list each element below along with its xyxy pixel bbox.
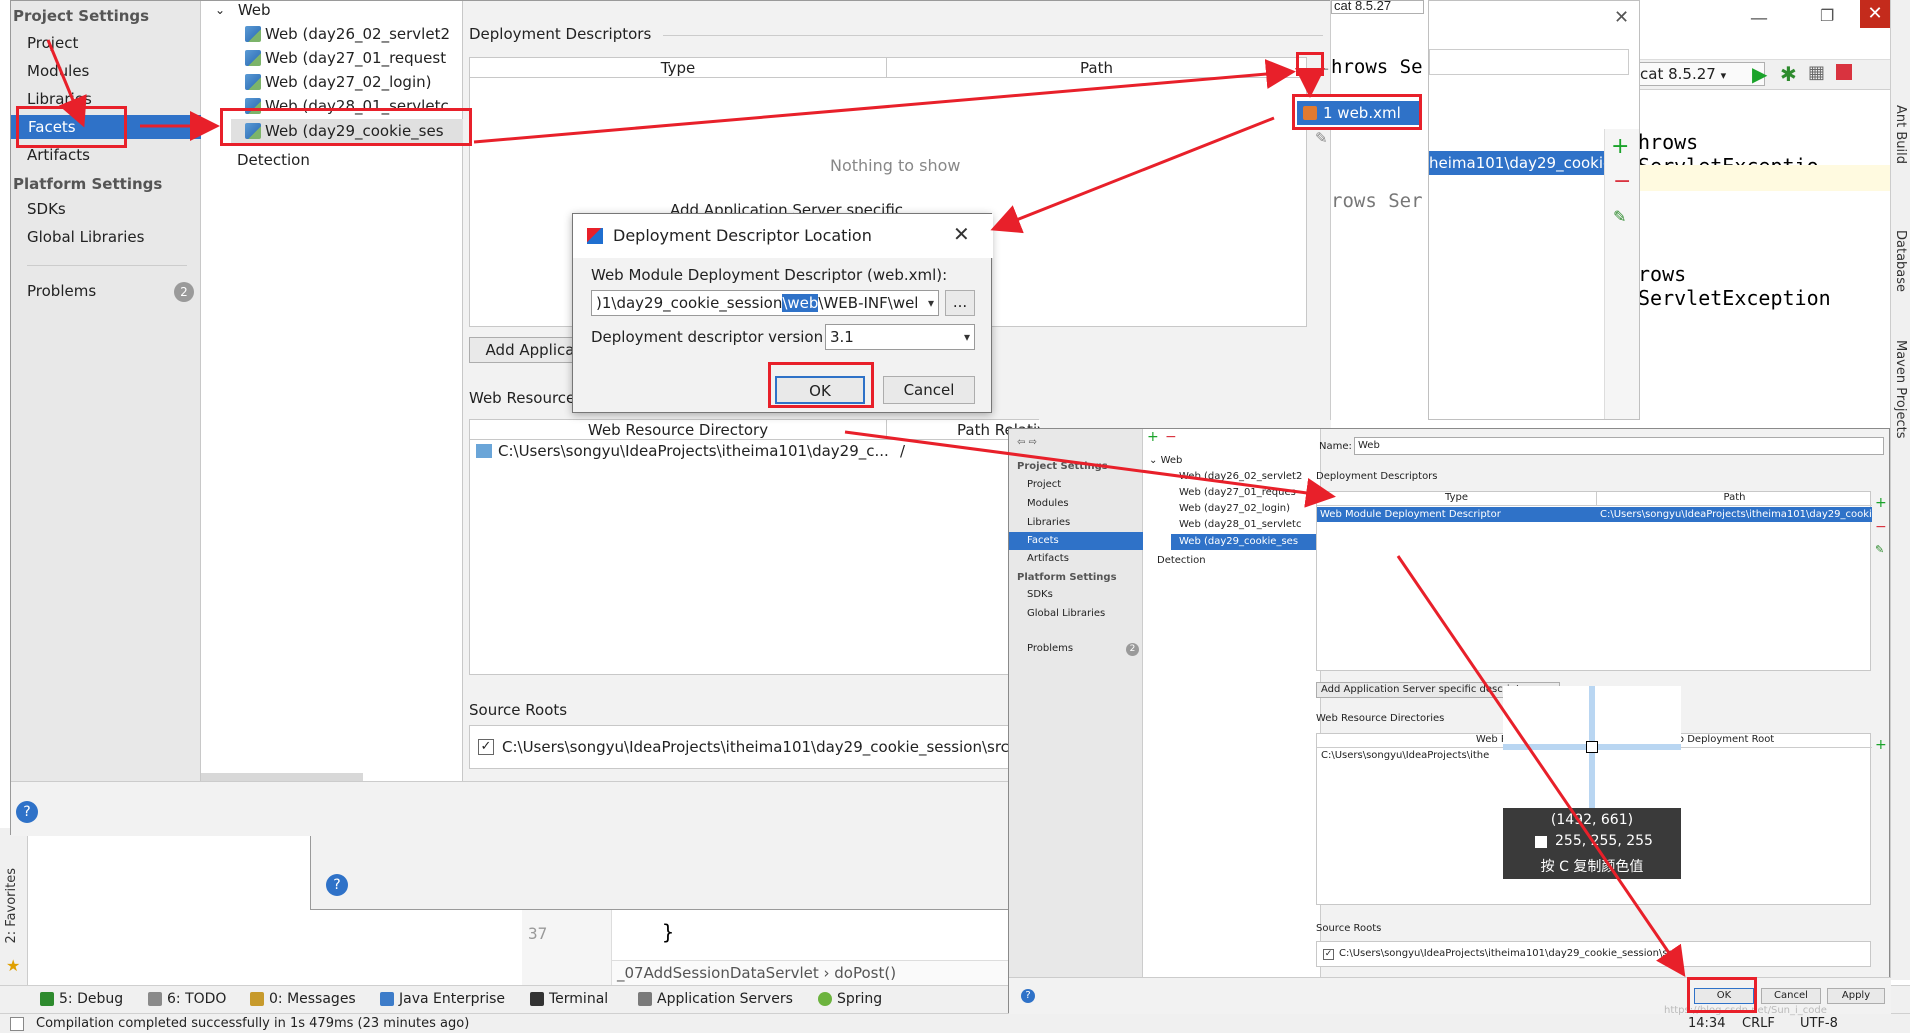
arrow [990,116,1275,234]
arrow [1396,555,1686,977]
annotation-arrows [46,39,1686,977]
arrow [473,59,1296,144]
arrow [46,39,87,128]
arrow [844,430,1336,508]
